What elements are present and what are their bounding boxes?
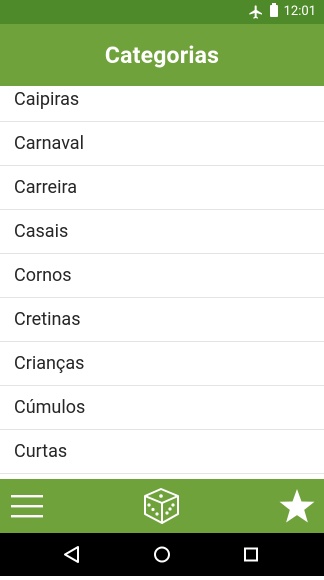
list-item-label: Carreira xyxy=(14,177,77,198)
list-item[interactable]: Carnaval xyxy=(0,122,324,166)
bottom-toolbar xyxy=(0,479,324,533)
random-button[interactable] xyxy=(132,479,192,533)
home-button[interactable] xyxy=(132,533,192,576)
list-item-label: Carnaval xyxy=(14,133,84,154)
list-item[interactable]: Cretinas xyxy=(0,298,324,342)
status-bar: 12:01 xyxy=(0,0,324,24)
category-list[interactable]: Caipiras Carnaval Carreira Casais Cornos… xyxy=(0,86,324,479)
menu-icon xyxy=(11,495,43,518)
back-button[interactable] xyxy=(41,533,101,576)
list-item[interactable]: Carreira xyxy=(0,166,324,210)
list-item[interactable]: Casais xyxy=(0,210,324,254)
home-icon xyxy=(154,546,170,563)
system-nav-bar xyxy=(0,533,324,576)
list-item[interactable]: Cúmulos xyxy=(0,386,324,430)
list-item[interactable]: Cornos xyxy=(0,254,324,298)
menu-button[interactable] xyxy=(0,479,60,533)
list-item-label: Cornos xyxy=(14,265,72,286)
list-item-label: Curtas xyxy=(14,441,68,462)
app-bar: Categorias xyxy=(0,24,324,86)
list-item-label: Cúmulos xyxy=(14,397,86,418)
list-item-label: Crianças xyxy=(14,353,85,374)
list-item-label: Caipiras xyxy=(14,89,80,110)
battery-icon xyxy=(270,3,278,17)
status-time: 12:01 xyxy=(283,4,316,19)
list-item[interactable]: Crianças xyxy=(0,342,324,386)
list-item-label: Casais xyxy=(14,221,69,242)
recents-icon xyxy=(244,547,258,562)
list-item[interactable]: Caipiras xyxy=(0,86,324,122)
back-icon xyxy=(64,546,79,563)
favorites-button[interactable] xyxy=(264,479,324,533)
airplane-mode-icon xyxy=(249,5,262,19)
recents-button[interactable] xyxy=(221,533,281,576)
list-item-label: Cretinas xyxy=(14,309,81,330)
page-title: Categorias xyxy=(104,41,220,69)
dice-icon xyxy=(144,488,179,524)
star-icon xyxy=(279,489,315,523)
list-item[interactable]: Curtas xyxy=(0,430,324,474)
